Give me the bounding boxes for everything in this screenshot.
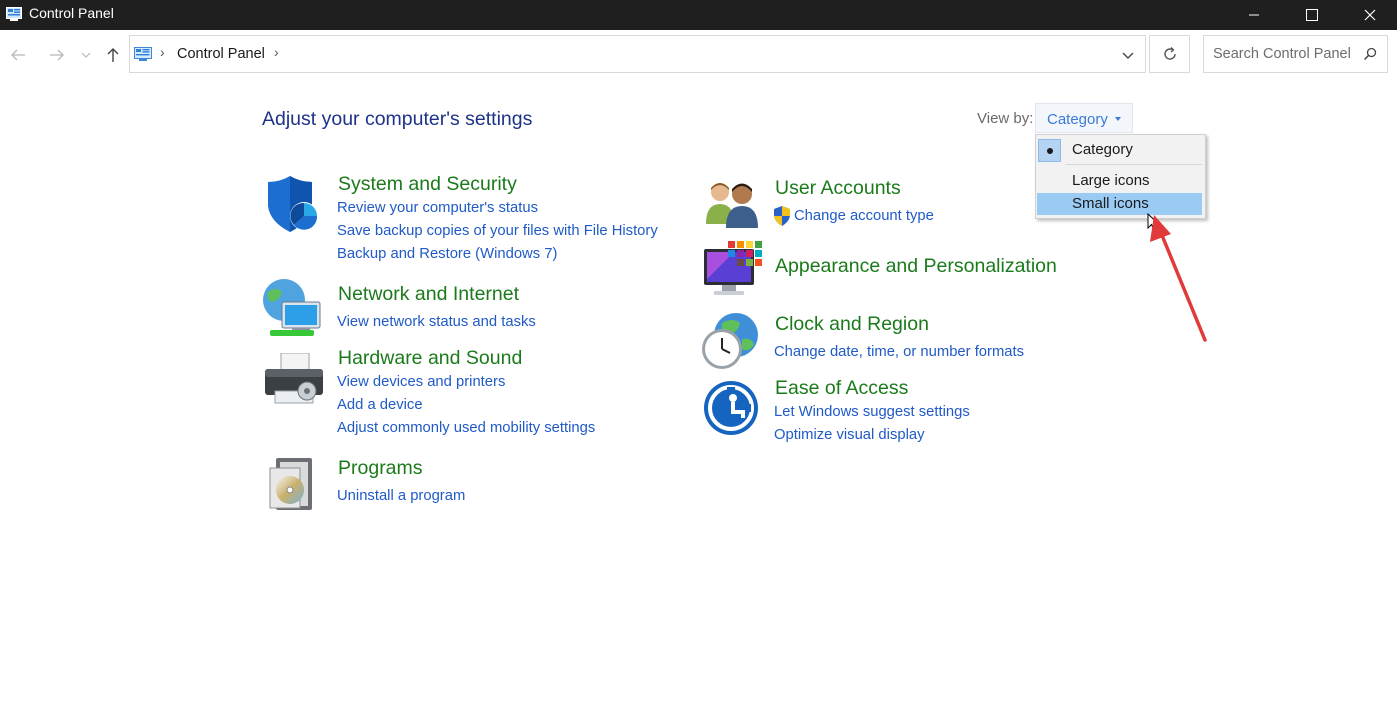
address-bar[interactable]: › Control Panel › bbox=[129, 35, 1146, 73]
programs-title[interactable]: Programs bbox=[338, 457, 423, 480]
maximize-icon bbox=[1306, 9, 1318, 21]
hardware-sound-title[interactable]: Hardware and Sound bbox=[338, 347, 522, 370]
maximize-button[interactable] bbox=[1283, 0, 1341, 30]
monitor-palette-icon[interactable] bbox=[704, 241, 762, 299]
control-panel-icon bbox=[134, 47, 152, 61]
close-button[interactable] bbox=[1341, 0, 1397, 30]
clock-region-title[interactable]: Clock and Region bbox=[775, 313, 929, 336]
menu-item-label: Small icons bbox=[1072, 195, 1149, 212]
recent-locations-button[interactable] bbox=[78, 44, 94, 66]
clock-globe-icon[interactable] bbox=[700, 311, 760, 371]
forward-arrow-icon bbox=[50, 49, 64, 61]
refresh-icon bbox=[1163, 47, 1176, 60]
review-status-link[interactable]: Review your computer's status bbox=[337, 200, 538, 216]
user-accounts-title[interactable]: User Accounts bbox=[775, 177, 901, 200]
shield-icon[interactable] bbox=[264, 176, 324, 234]
view-by-dropdown[interactable]: Category bbox=[1035, 103, 1133, 133]
address-dropdown-icon[interactable] bbox=[1120, 48, 1136, 62]
ease-of-access-icon[interactable] bbox=[703, 380, 759, 436]
radio-bullet-icon bbox=[1038, 139, 1061, 162]
up-button[interactable] bbox=[103, 44, 123, 66]
menu-separator bbox=[1066, 164, 1202, 165]
uac-shield-icon bbox=[774, 206, 790, 226]
annotation-arrow-icon bbox=[1150, 215, 1207, 342]
backup-restore-link[interactable]: Backup and Restore (Windows 7) bbox=[337, 246, 557, 262]
date-time-formats-link[interactable]: Change date, time, or number formats bbox=[774, 344, 1024, 360]
network-globe-icon[interactable] bbox=[262, 278, 324, 338]
search-box[interactable] bbox=[1203, 35, 1388, 73]
view-by-value: Category bbox=[1047, 111, 1108, 128]
window-title: Control Panel bbox=[29, 5, 114, 21]
programs-icon[interactable] bbox=[268, 456, 320, 512]
windows-suggest-settings-link[interactable]: Let Windows suggest settings bbox=[774, 404, 970, 420]
close-icon bbox=[1364, 9, 1376, 21]
minimize-button[interactable] bbox=[1225, 0, 1283, 30]
change-account-type-link[interactable]: Change account type bbox=[794, 208, 934, 224]
back-arrow-icon bbox=[11, 49, 25, 61]
page-title: Adjust your computer's settings bbox=[262, 108, 533, 130]
search-input[interactable] bbox=[1204, 36, 1354, 72]
up-arrow-icon bbox=[107, 48, 119, 62]
file-history-link[interactable]: Save backup copies of your files with Fi… bbox=[337, 223, 658, 239]
menu-item-large-icons[interactable]: Large icons bbox=[1037, 169, 1202, 192]
breadcrumb-separator-icon[interactable]: › bbox=[160, 44, 165, 60]
search-icon[interactable] bbox=[1363, 47, 1377, 61]
menu-item-category[interactable]: Category bbox=[1037, 138, 1202, 162]
menu-item-label: Category bbox=[1072, 141, 1133, 158]
minimize-icon bbox=[1249, 14, 1259, 16]
printer-icon[interactable] bbox=[263, 353, 325, 409]
appearance-personalization-title[interactable]: Appearance and Personalization bbox=[775, 255, 1057, 278]
caret-down-icon bbox=[1115, 117, 1121, 121]
breadcrumb-control-panel[interactable]: Control Panel bbox=[177, 46, 265, 62]
chevron-down-icon bbox=[81, 52, 91, 58]
users-icon[interactable] bbox=[704, 180, 760, 228]
devices-printers-link[interactable]: View devices and printers bbox=[337, 374, 505, 390]
breadcrumb-separator-icon[interactable]: › bbox=[274, 44, 279, 60]
ease-of-access-title[interactable]: Ease of Access bbox=[775, 377, 908, 400]
view-by-label: View by: bbox=[977, 110, 1034, 127]
optimize-visual-display-link[interactable]: Optimize visual display bbox=[774, 427, 925, 443]
control-panel-app-icon bbox=[6, 7, 22, 21]
mobility-settings-link[interactable]: Adjust commonly used mobility settings bbox=[337, 420, 595, 436]
network-internet-title[interactable]: Network and Internet bbox=[338, 283, 519, 306]
uninstall-program-link[interactable]: Uninstall a program bbox=[337, 488, 465, 504]
forward-button[interactable] bbox=[47, 44, 67, 66]
refresh-button[interactable] bbox=[1149, 35, 1190, 73]
title-bar: Control Panel bbox=[0, 0, 1397, 30]
network-status-link[interactable]: View network status and tasks bbox=[337, 314, 536, 330]
back-button[interactable] bbox=[8, 44, 28, 66]
add-device-link[interactable]: Add a device bbox=[337, 397, 423, 413]
menu-item-label: Large icons bbox=[1072, 172, 1150, 189]
navigation-bar: › Control Panel › bbox=[0, 30, 1397, 80]
system-security-title[interactable]: System and Security bbox=[338, 173, 517, 196]
